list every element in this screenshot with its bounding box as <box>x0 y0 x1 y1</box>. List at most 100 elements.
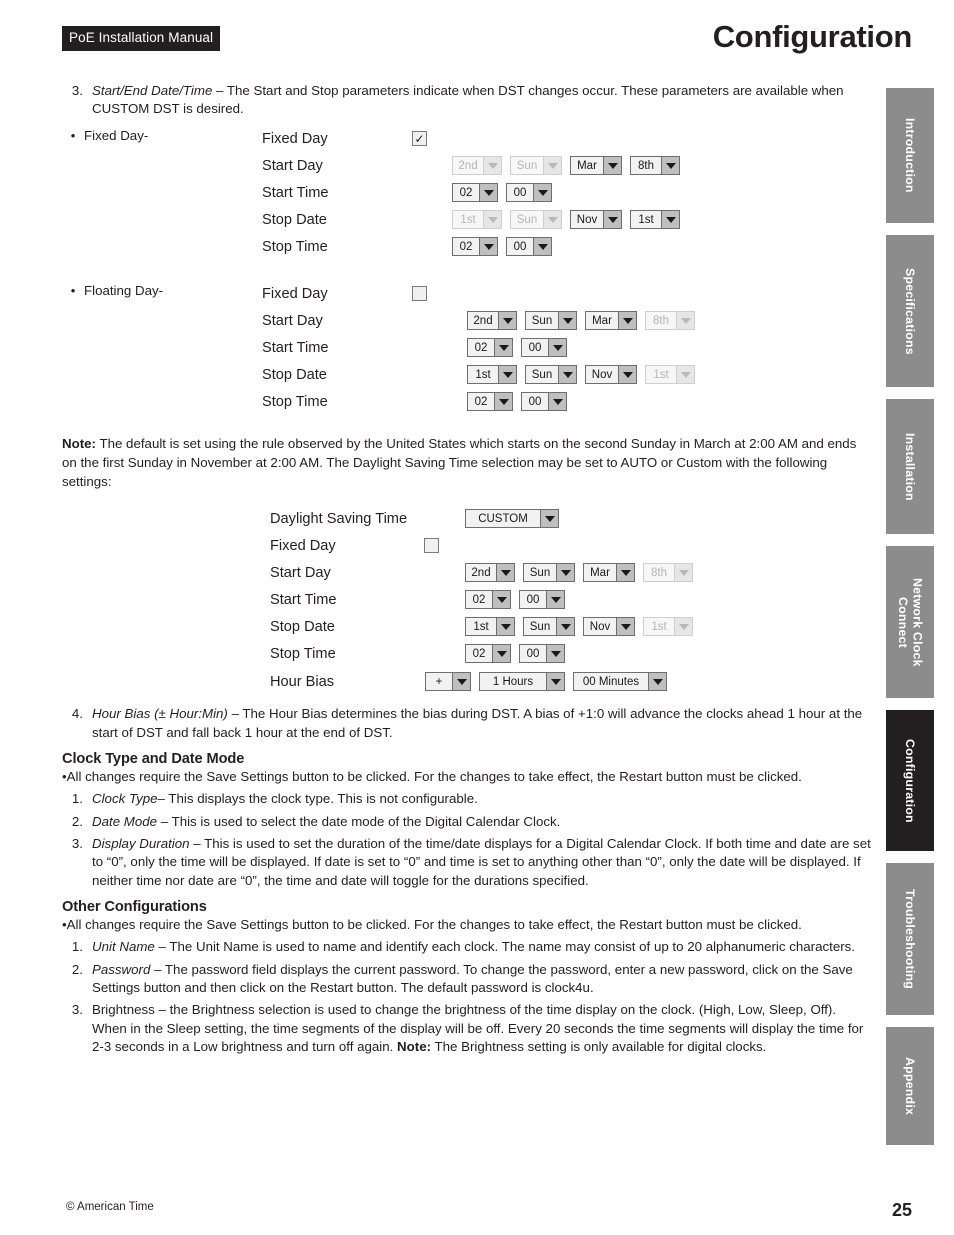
dropdown-start-time-minute[interactable]: 00 <box>506 183 552 203</box>
dropdown-stop-date-month[interactable]: Nov <box>585 365 637 385</box>
list-number: 3. <box>71 835 83 851</box>
chevron-down-icon <box>483 157 501 175</box>
checkbox-fixed-day[interactable] <box>424 538 439 554</box>
row-fixed-day: Fixed Day <box>262 280 874 307</box>
dropdown-start-day-weekday[interactable]: Sun <box>510 156 562 176</box>
list-body: Password – The password field displays t… <box>92 961 874 998</box>
sidebar-tab-troubleshooting[interactable]: Troubleshooting <box>886 863 934 1015</box>
dropdown-value: 8th <box>644 564 674 582</box>
dropdown-start-day-date[interactable]: 8th <box>630 156 680 176</box>
heading-other-configurations: Other Configurations <box>62 898 207 915</box>
dropdown-start-time-hour[interactable]: 02 <box>452 183 498 203</box>
dropdown-stop-time-hour[interactable]: 02 <box>465 644 511 664</box>
dropdown-start-time-minute[interactable]: 00 <box>521 338 567 358</box>
chevron-down-icon <box>603 211 621 229</box>
row-stop-date: Stop Date 1st Sun Nov 1st <box>262 206 874 233</box>
dropdown-start-day-ordinal[interactable]: 2nd <box>452 156 502 176</box>
dropdown-stop-date-ordinal[interactable]: 1st <box>452 210 502 230</box>
list-item-hour-bias: 4. Hour Bias (± Hour:Min) – The Hour Bia… <box>62 705 874 742</box>
checkbox-fixed-day[interactable]: ✓ <box>412 131 427 147</box>
chevron-down-icon <box>618 312 636 330</box>
controls-start-day: 2nd Sun Mar 8th <box>467 311 703 331</box>
chevron-down-icon <box>603 157 621 175</box>
brightness-text-after: The Brightness setting is only available… <box>431 1039 767 1055</box>
sidebar-tab-specifications[interactable]: Specifications <box>886 235 934 387</box>
chevron-down-icon <box>676 312 694 330</box>
list-number: 3. <box>71 83 83 98</box>
dropdown-value: 02 <box>453 238 479 256</box>
chevron-down-icon <box>496 618 514 636</box>
chevron-down-icon <box>496 564 514 582</box>
checkbox-fixed-day[interactable] <box>412 286 427 302</box>
dropdown-stop-date-month[interactable]: Nov <box>583 617 635 637</box>
sidebar-tab-installation[interactable]: Installation <box>886 399 934 534</box>
dropdown-hour-bias-minutes[interactable]: 00 Minutes <box>573 672 667 692</box>
list-item-unit-name: 1. Unit Name – The Unit Name is used to … <box>62 938 874 956</box>
dropdown-stop-time-minute[interactable]: 00 <box>506 237 552 257</box>
sidebar-tab-appendix[interactable]: Appendix <box>886 1027 934 1145</box>
sidebar-tab-label: Introduction <box>903 118 918 193</box>
form-group-custom-dst: Daylight Saving Time CUSTOM Fixed Day St… <box>270 505 874 696</box>
list-item-clock-type: 1. Clock Type– This displays the clock t… <box>62 790 874 808</box>
sidebar-tab-configuration[interactable]: Configuration <box>886 710 934 851</box>
dropdown-stop-date-ordinal[interactable]: 1st <box>465 617 515 637</box>
dropdown-dst-mode[interactable]: CUSTOM <box>465 509 559 529</box>
controls-start-day: 2nd Sun Mar 8th <box>465 563 701 583</box>
dropdown-start-time-hour[interactable]: 02 <box>465 590 511 610</box>
sidebar-tab-network-clock-connect[interactable]: Network Clock Connect <box>886 546 934 698</box>
list-item-date-mode: 2. Date Mode – This is used to select th… <box>62 813 874 831</box>
row-stop-date: Stop Date 1st Sun Nov 1st <box>262 361 874 388</box>
dropdown-start-day-month[interactable]: Mar <box>570 156 622 176</box>
dropdown-start-day-ordinal[interactable]: 2nd <box>467 311 517 331</box>
dropdown-start-day-weekday[interactable]: Sun <box>523 563 575 583</box>
controls-stop-time: 02 00 <box>465 644 573 664</box>
dropdown-start-day-month[interactable]: Mar <box>585 311 637 331</box>
dropdown-stop-date-month[interactable]: Nov <box>570 210 622 230</box>
chevron-down-icon <box>492 645 510 663</box>
dropdown-start-day-month[interactable]: Mar <box>583 563 635 583</box>
list-body: Unit Name – The Unit Name is used to nam… <box>92 938 874 956</box>
display-duration-text: – This is used to set the duration of th… <box>92 835 871 888</box>
row-fixed-day: Fixed Day <box>270 532 874 559</box>
dropdown-start-day-date[interactable]: 8th <box>645 311 695 331</box>
dropdown-stop-time-hour[interactable]: 02 <box>467 392 513 412</box>
dropdown-stop-date-date[interactable]: 1st <box>630 210 680 230</box>
chevron-down-icon <box>479 184 497 202</box>
dropdown-stop-date-ordinal[interactable]: 1st <box>467 365 517 385</box>
list-number: 3. <box>71 1002 83 1018</box>
dropdown-value: Sun <box>526 312 558 330</box>
dropdown-stop-time-minute[interactable]: 00 <box>519 644 565 664</box>
controls-start-time: 02 00 <box>452 183 560 203</box>
dropdown-hour-bias-sign[interactable]: + <box>425 672 471 692</box>
dropdown-stop-date-weekday[interactable]: Sun <box>525 365 577 385</box>
label-fixed-day: Fixed Day <box>270 537 336 554</box>
controls-stop-date: 1st Sun Nov 1st <box>467 365 703 385</box>
dropdown-stop-date-date[interactable]: 1st <box>645 365 695 385</box>
dropdown-hour-bias-hours[interactable]: 1 Hours <box>479 672 565 692</box>
list-item-password: 2. Password – The password field display… <box>62 961 874 998</box>
sidebar-tab-label: Installation <box>903 432 918 501</box>
controls-dst-mode: CUSTOM <box>465 509 567 529</box>
dropdown-stop-time-hour[interactable]: 02 <box>452 237 498 257</box>
label-start-day: Start Day <box>262 157 323 174</box>
sidebar-tab-label: Troubleshooting <box>903 888 918 990</box>
list-number: 2. <box>71 813 83 829</box>
dropdown-start-time-minute[interactable]: 00 <box>519 590 565 610</box>
chevron-down-icon <box>661 211 679 229</box>
dropdown-start-day-date[interactable]: 8th <box>643 563 693 583</box>
dropdown-start-day-ordinal[interactable]: 2nd <box>465 563 515 583</box>
dropdown-stop-time-minute[interactable]: 00 <box>521 392 567 412</box>
dropdown-value: 1st <box>631 211 661 229</box>
dropdown-stop-date-weekday[interactable]: Sun <box>510 210 562 230</box>
sidebar-tab-introduction[interactable]: Introduction <box>886 88 934 223</box>
sidebar-tab-label: Appendix <box>903 1056 918 1116</box>
dropdown-stop-date-date[interactable]: 1st <box>643 617 693 637</box>
dropdown-stop-date-weekday[interactable]: Sun <box>523 617 575 637</box>
dropdown-start-time-hour[interactable]: 02 <box>467 338 513 358</box>
dropdown-start-day-weekday[interactable]: Sun <box>525 311 577 331</box>
form-group-fixed-day: Fixed Day ✓ Start Day 2nd Sun Mar 8th St… <box>262 125 874 260</box>
chevron-down-icon <box>543 157 561 175</box>
form-group-floating-day: Fixed Day Start Day 2nd Sun Mar 8th Star… <box>262 280 874 415</box>
dropdown-value: 1st <box>466 618 496 636</box>
dropdown-value: Sun <box>524 564 556 582</box>
